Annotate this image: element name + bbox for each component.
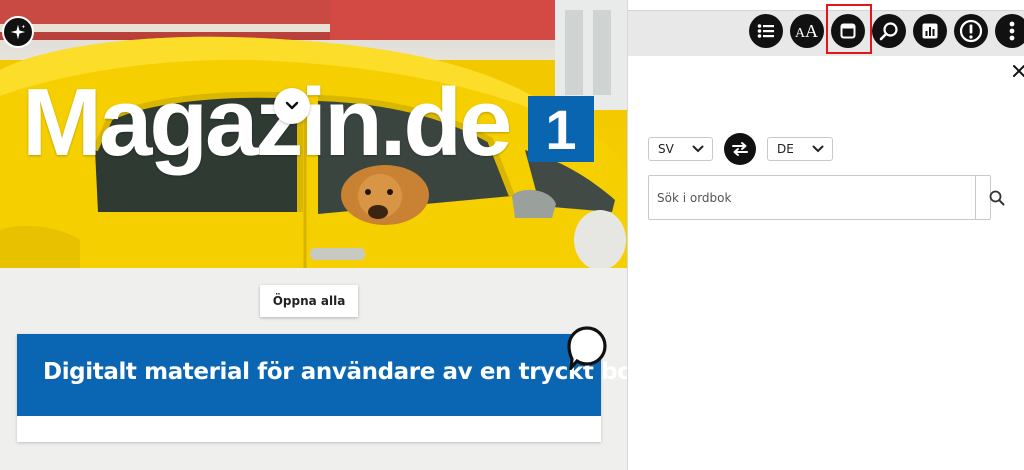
chevron-down-icon [812,145,824,153]
ai-assistant-button[interactable] [2,16,34,48]
font-size-icon: A A [795,22,818,40]
close-icon[interactable] [1012,64,1024,78]
accordion-header[interactable]: Digitalt material för användare av en tr… [17,334,627,416]
search-icon [879,22,898,41]
statistics-button[interactable] [913,14,947,48]
bar-chart-icon [922,23,938,39]
font-size-button[interactable]: A A [790,14,824,48]
swap-icon [732,142,748,156]
alert-icon [959,19,983,43]
source-language-select[interactable]: SV [648,137,713,161]
open-all-button[interactable]: Öppna alla [260,285,358,317]
chevron-down-icon [285,101,299,110]
source-language-value: SV [658,142,674,156]
dictionary-search [648,175,1005,220]
target-language-select[interactable]: DE [767,137,833,161]
accordion-card[interactable]: Digitalt material för användare av en tr… [17,334,627,442]
magazine-title: Magazin.de [22,69,512,176]
expand-button[interactable] [274,88,310,124]
target-language-value: DE [777,142,794,156]
toc-button[interactable] [749,14,783,48]
search-button[interactable] [872,14,906,48]
reader-toolbar: A A [628,4,1024,56]
selection-highlight [826,4,872,54]
more-vertical-icon [1009,21,1015,41]
report-button[interactable] [954,14,988,48]
sparkle-icon [10,24,26,40]
cover-image: Magazin.de 1 [0,0,627,268]
list-icon [757,24,774,38]
side-panel: A A SV DE Sök i ordbok [627,0,1024,470]
issue-number: 1 [528,96,594,162]
dictionary-search-button[interactable] [975,176,1018,219]
swap-languages-button[interactable] [724,133,756,165]
chevron-down-icon [692,145,704,153]
search-icon [989,190,1005,205]
content-pane: Magazin.de 1 Öppna alla Digitalt materia… [0,0,627,470]
more-button[interactable] [995,14,1024,48]
dictionary-search-input[interactable] [649,176,975,219]
svg-text:A: A [805,22,818,40]
comment-icon[interactable] [567,326,607,370]
accordion-title: Digitalt material för användare av en tr… [43,359,627,385]
